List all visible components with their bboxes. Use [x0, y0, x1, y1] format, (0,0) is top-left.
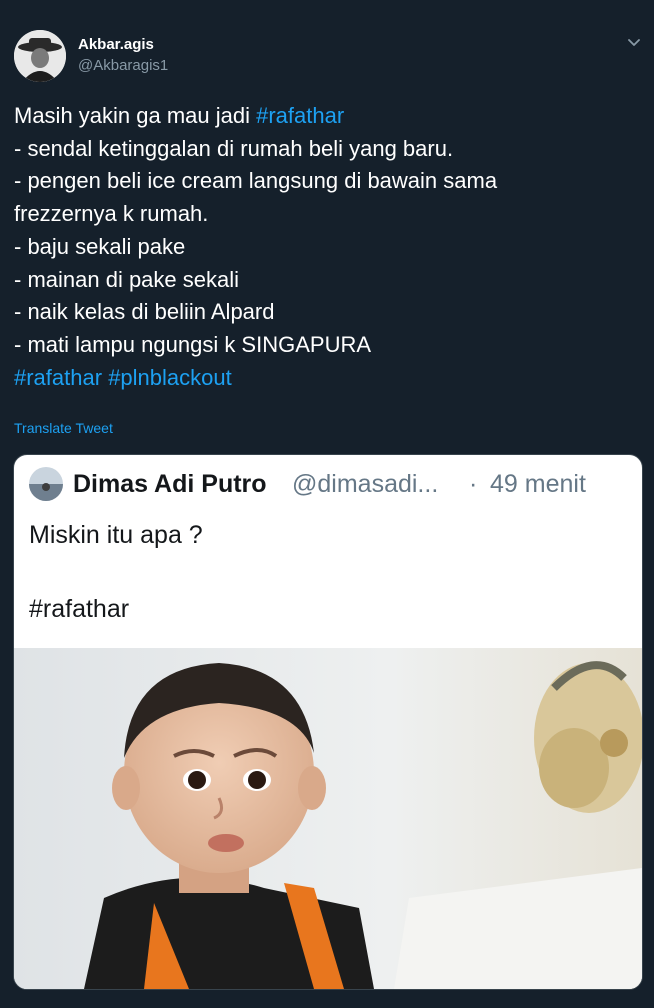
quoted-author-name: Dimas Adi Putro [73, 470, 267, 498]
tweet-line: - naik kelas di beliin Alpard [14, 299, 275, 325]
tweet-card: Akbar.agis @Akbaragis1 Masih yakin ga ma… [0, 0, 654, 1008]
tweet-line: frezzernya k rumah. [14, 201, 209, 227]
tweet-line: #rafathar #plnblackout [14, 362, 634, 395]
tweet-line: Masih yakin ga mau jadi #rafathar [14, 100, 634, 133]
hashtag-link[interactable]: #rafathar [256, 103, 344, 128]
quoted-timestamp: 49 menit [490, 470, 586, 498]
quoted-author-avatar [29, 467, 63, 501]
chevron-down-icon[interactable] [624, 32, 644, 52]
author-avatar[interactable] [14, 30, 66, 82]
tweet-body: Masih yakin ga mau jadi #rafathar - send… [14, 100, 634, 394]
user-avatar-icon [14, 30, 66, 82]
attached-image[interactable]: Dimas Adi Putro @dimasadi... · 49 menit … [13, 454, 643, 990]
tweet-line: - sendal ketinggalan di rumah beli yang … [14, 135, 454, 161]
quoted-separator: · [469, 470, 478, 498]
tweet-line: - baju sekali pake [14, 233, 186, 259]
hashtag-link[interactable]: #plnblackout [108, 365, 232, 390]
quoted-author-handle: @dimasadi... [292, 470, 439, 498]
tweet-line: - mati lampu ngungsi k SINGAPURA [14, 331, 372, 357]
quoted-hashtag: #rafathar [29, 595, 130, 623]
child-photo [14, 648, 642, 989]
tweet-line: - mainan di pake sekali [14, 266, 240, 292]
author-handle[interactable]: @Akbaragis1 [78, 57, 168, 74]
tweet-text-segment: Masih yakin ga mau jadi [14, 103, 257, 128]
quoted-text: Miskin itu apa ? [29, 521, 203, 549]
tweet-line: - pengen beli ice cream langsung di bawa… [14, 168, 498, 194]
author-name[interactable]: Akbar.agis [78, 36, 154, 53]
hashtag-link[interactable]: #rafathar [14, 365, 102, 390]
translate-tweet-link[interactable]: Translate Tweet [14, 420, 113, 436]
